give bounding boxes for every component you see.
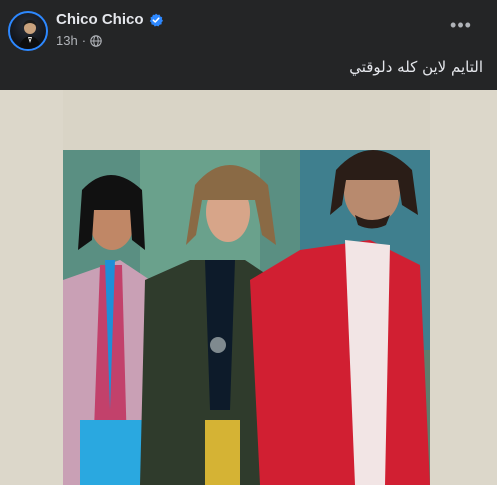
facebook-post: Chico Chico 13h · ••• التايم لاين كله دل…: [0, 0, 497, 485]
author-name[interactable]: Chico Chico: [56, 11, 144, 28]
post-caption: التايم لاين كله دلوقتي: [349, 58, 483, 76]
author-name-row: Chico Chico: [56, 11, 163, 28]
meta-separator: ·: [81, 33, 87, 48]
globe-icon[interactable]: [90, 34, 102, 47]
post-header: Chico Chico 13h · •••: [0, 0, 497, 56]
author-avatar[interactable]: [8, 11, 48, 51]
avatar-image: [18, 20, 42, 49]
post-timestamp[interactable]: 13h: [56, 33, 78, 48]
verified-badge-icon: [149, 13, 163, 26]
more-options-icon[interactable]: •••: [445, 14, 477, 36]
photo-image: [0, 90, 497, 485]
post-meta: 13h ·: [56, 33, 102, 48]
post-photo[interactable]: [0, 90, 497, 485]
